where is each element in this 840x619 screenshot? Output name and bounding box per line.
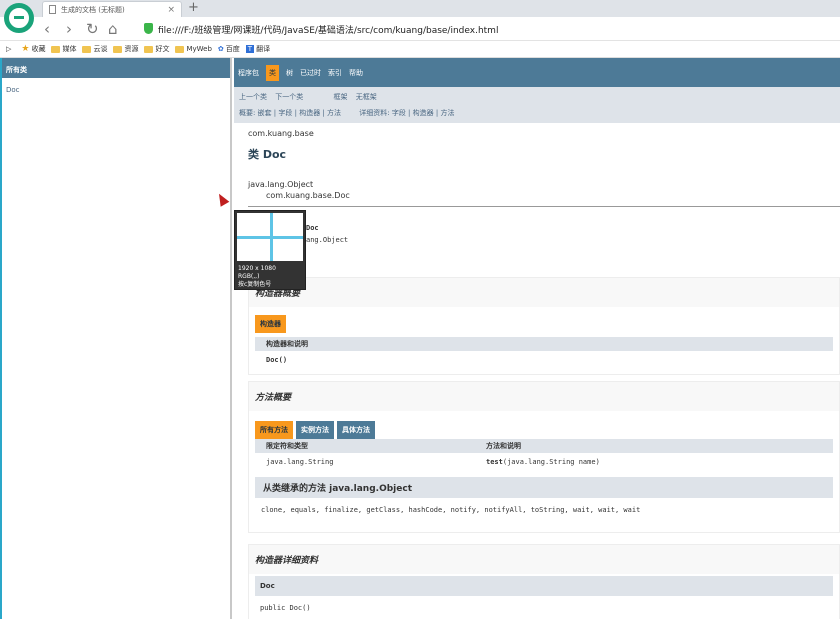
constructor-signature: public Doc() <box>255 596 833 619</box>
method-tabs: 所有方法 实例方法 具体方法 <box>249 421 839 439</box>
browser-logo-icon[interactable] <box>4 3 34 33</box>
constructor-summary-title: 构造器概要 <box>249 278 839 307</box>
bookmark-articles[interactable]: 好文 <box>144 44 169 54</box>
all-classes-header: 所有类 <box>2 58 230 78</box>
table-row: java.lang.String test (java.lang.String … <box>255 453 833 471</box>
crosshair-horizontal <box>237 236 303 239</box>
method-return-type: java.lang.String <box>266 458 334 466</box>
nav-deprecated[interactable]: 已过时 <box>300 68 321 78</box>
constructor-caption: 构造器 <box>249 315 839 333</box>
constructor-detail-name: Doc <box>255 576 833 596</box>
tab-bar: 生成的文档 (无标题) × + <box>0 0 840 33</box>
declaration-extends: ang.Object <box>306 236 349 244</box>
page-title: 类 Doc <box>248 148 287 161</box>
nav-class: 类 <box>266 64 279 81</box>
tab-concrete-methods[interactable]: 具体方法 <box>337 421 375 439</box>
baidu-icon: ✿ <box>217 45 224 53</box>
frames-link[interactable]: 框架 <box>333 93 347 101</box>
method-summary: 方法概要 所有方法 实例方法 具体方法 限定符和类型 方法和说明 java.la… <box>248 381 840 533</box>
class-doc-frame: 程序包 类 树 已过时 索引 帮助 上一个类 下一个类 框架 无框架 概要: 嵌… <box>234 58 840 619</box>
translate-icon: T <box>245 45 255 53</box>
method-params: (java.lang.String name) <box>502 458 600 466</box>
sub-navigation: 上一个类 下一个类 框架 无框架 概要: 嵌套 | 字段 | 构造器 | 方法 … <box>234 87 840 123</box>
all-classes-frame: 所有类 Doc <box>0 58 232 619</box>
nav-tree[interactable]: 树 <box>286 68 293 78</box>
class-header: com.kuang.base 类 Doc java.lang.Object co… <box>234 123 840 201</box>
home-icon[interactable]: ⌂ <box>108 20 118 38</box>
folder-icon <box>82 45 92 53</box>
bookmarks-bar: ▷ ★ 收藏 媒体 云谈 资源 好文 MyWeb ✿ 百度 T 翻译 <box>0 41 840 58</box>
nav-help[interactable]: 帮助 <box>349 68 363 78</box>
star-icon: ★ <box>21 44 30 54</box>
nav-package[interactable]: 程序包 <box>238 68 259 78</box>
class-declaration: Doc ang.Object <box>234 207 840 285</box>
next-class-link[interactable]: 下一个类 <box>275 93 303 101</box>
document-icon <box>49 5 56 14</box>
constructor-detail: 构造器详细资料 Doc public Doc() <box>248 544 840 619</box>
top-navigation: 程序包 类 树 已过时 索引 帮助 <box>234 58 840 87</box>
bookmark-translate[interactable]: T 翻译 <box>245 44 270 54</box>
bookmark-baidu[interactable]: ✿ 百度 <box>218 44 240 54</box>
bookmark-yuntan[interactable]: 云谈 <box>82 44 107 54</box>
summary-links[interactable]: 概要: 嵌套 | 字段 | 构造器 | 方法 <box>239 109 341 117</box>
folder-icon <box>144 45 154 53</box>
tab-instance-methods[interactable]: 实例方法 <box>296 421 334 439</box>
method-link-test[interactable]: test <box>486 453 503 471</box>
nav-index[interactable]: 索引 <box>328 68 342 78</box>
sidebar-toggle-icon[interactable]: ▷ <box>6 45 11 53</box>
bookmark-myweb[interactable]: MyWeb <box>175 45 212 53</box>
tab-title: 生成的文档 (无标题) <box>61 5 125 14</box>
inherited-methods-title: 从类继承的方法 java.lang.Object <box>255 477 833 498</box>
tab-all-methods[interactable]: 所有方法 <box>255 421 293 439</box>
constructor-summary: 构造器概要 构造器 构造器和说明 Doc() <box>248 277 840 375</box>
new-tab-button[interactable]: + <box>188 0 199 16</box>
magnifier-view <box>237 213 303 261</box>
color-picker-info: 1920 x 1080 RGB(,,) 按c复制色号 <box>238 265 276 288</box>
detail-links[interactable]: 详细资料: 字段 | 构造器 | 方法 <box>359 109 454 117</box>
browser-window: 生成的文档 (无标题) × + ‹ › ↻ ⌂ file:///F:/班级管理/… <box>0 0 840 619</box>
bookmark-media[interactable]: 媒体 <box>51 44 76 54</box>
security-shield-icon[interactable] <box>144 23 153 34</box>
table-row: Doc() <box>255 351 833 369</box>
constructor-table-header: 构造器和说明 <box>255 337 833 351</box>
folder-icon <box>175 45 185 53</box>
folder-icon <box>113 45 123 53</box>
constructor-tab: 构造器 <box>255 315 286 333</box>
prev-class-link[interactable]: 上一个类 <box>239 93 267 101</box>
constructor-detail-title: 构造器详细资料 <box>249 545 839 574</box>
forward-icon[interactable]: › <box>66 20 72 38</box>
inherited-methods-list[interactable]: clone, equals, finalize, getClass, hashC… <box>249 498 839 522</box>
inherit-parent[interactable]: java.lang.Object <box>248 179 826 190</box>
constructor-link-doc[interactable]: Doc() <box>266 351 287 369</box>
class-link-doc[interactable]: Doc <box>2 78 230 94</box>
package-name: com.kuang.base <box>248 129 314 138</box>
inherit-child: com.kuang.base.Doc <box>266 191 350 200</box>
address-bar: ‹ › ↻ ⌂ file:///F:/班级管理/网课班/代码/JavaSE/基础… <box>0 17 840 41</box>
method-table-header: 限定符和类型 方法和说明 <box>255 439 833 453</box>
tab-generated-doc[interactable]: 生成的文档 (无标题) × <box>42 1 182 17</box>
folder-icon <box>51 45 61 53</box>
inheritance-tree: java.lang.Object com.kuang.base.Doc <box>248 179 826 201</box>
bookmark-resources[interactable]: 资源 <box>113 44 138 54</box>
declaration-class-name: Doc <box>306 224 319 232</box>
refresh-icon[interactable]: ↻ <box>86 20 99 38</box>
bookmark-favorites[interactable]: ★ 收藏 <box>21 44 45 54</box>
no-frames-link[interactable]: 无框架 <box>356 93 377 101</box>
method-summary-title: 方法概要 <box>249 382 839 411</box>
url-field[interactable]: file:///F:/班级管理/网课班/代码/JavaSE/基础语法/src/c… <box>158 23 498 36</box>
tab-close-icon[interactable]: × <box>167 5 175 15</box>
back-icon[interactable]: ‹ <box>44 20 50 38</box>
color-picker-magnifier: 1920 x 1080 RGB(,,) 按c复制色号 <box>234 210 306 290</box>
